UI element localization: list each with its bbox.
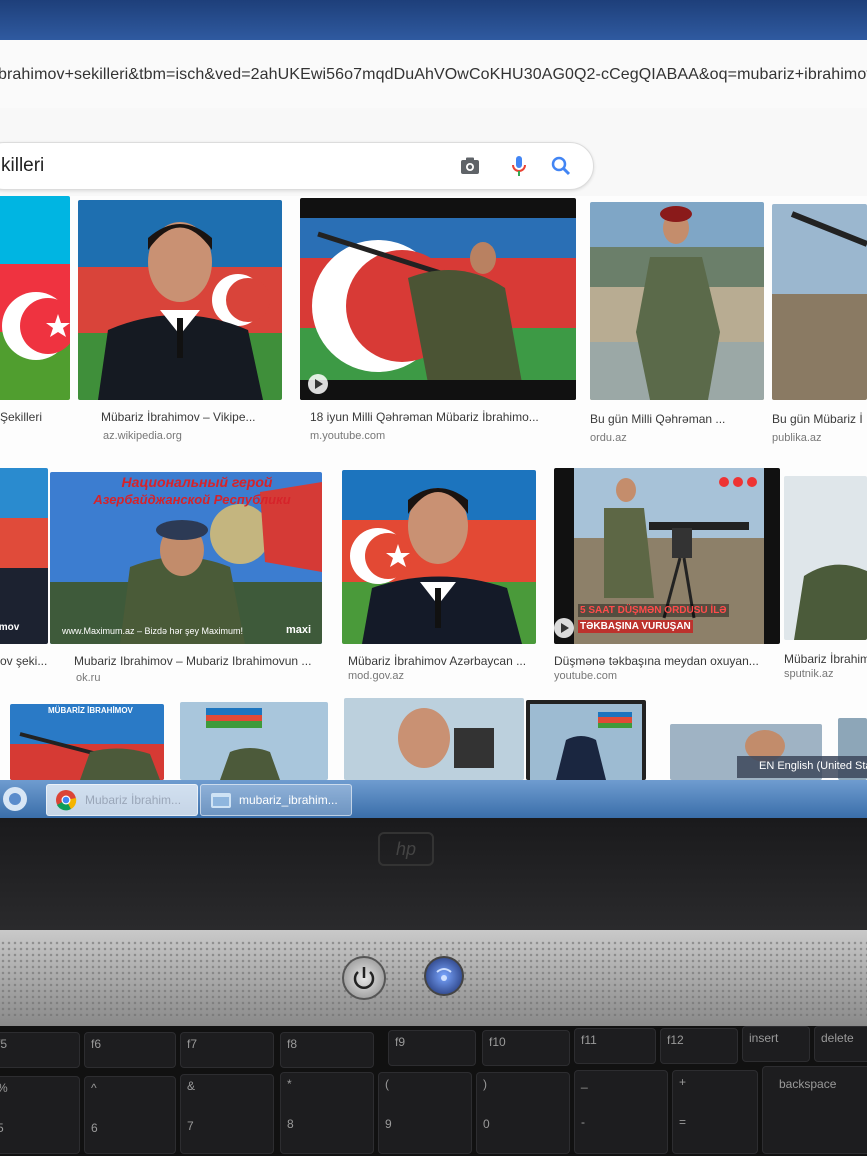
- url-text[interactable]: brahimov+sekilleri&tbm=isch&ved=2ahUKEwi…: [0, 66, 867, 84]
- chrome-icon: [56, 790, 77, 811]
- result-thumb-left-cut[interactable]: imov: [0, 468, 48, 644]
- wireless-icon: [436, 968, 452, 981]
- language-indicator[interactable]: EN English (United Sta: [737, 756, 867, 778]
- result-thumb-video-flag[interactable]: [300, 198, 576, 400]
- key-6[interactable]: ^ 6: [84, 1076, 176, 1154]
- result-caption[interactable]: 18 iyun Milli Qəhrəman Mübariz İbrahimo.…: [310, 410, 575, 424]
- folder-icon: [211, 793, 231, 808]
- camera-icon[interactable]: [457, 153, 483, 179]
- result-caption[interactable]: Şekilleri: [0, 410, 70, 424]
- result-thumb-portrait-2[interactable]: [342, 470, 536, 644]
- key-f8[interactable]: f8: [280, 1032, 374, 1068]
- image-results-grid: Şekilleri Mübariz İbrahimov – Vikipe... …: [0, 196, 867, 780]
- key-7[interactable]: & 7: [180, 1074, 274, 1154]
- video-overlay-line2: TƏKBAŞINA VURUŞAN: [578, 620, 693, 633]
- result-source[interactable]: ok.ru: [76, 672, 226, 684]
- key-f5[interactable]: f5: [0, 1032, 80, 1068]
- hp-logo-icon: hp: [378, 832, 434, 866]
- result-thumb-row3-3[interactable]: [344, 698, 524, 780]
- laptop-deck: [0, 930, 867, 1026]
- windows-taskbar: EN English (United Sta Mubariz İbrahim..…: [0, 756, 867, 818]
- result-source[interactable]: youtube.com: [554, 670, 704, 682]
- search-box[interactable]: killeri: [0, 142, 594, 190]
- power-button[interactable]: [342, 956, 386, 1000]
- result-source[interactable]: az.wikipedia.org: [103, 430, 283, 442]
- result-thumb-gun[interactable]: [772, 204, 867, 400]
- banner-subtitle: Азербайджанской Республики: [93, 492, 291, 507]
- taskbar-item-chrome[interactable]: Mubariz İbrahim...: [46, 784, 198, 816]
- result-caption[interactable]: Mübariz İbrahimov – Vikipe...: [101, 410, 281, 424]
- result-thumb-row3-4[interactable]: [526, 700, 646, 780]
- key-5[interactable]: %5: [0, 1076, 80, 1154]
- key-f7[interactable]: f7: [180, 1032, 274, 1068]
- result-caption[interactable]: Bu gün Mübariz İ: [772, 412, 867, 426]
- key-8[interactable]: * 8: [280, 1072, 374, 1154]
- address-bar[interactable]: brahimov+sekilleri&tbm=isch&ved=2ahUKEwi…: [0, 40, 867, 109]
- laptop-bezel: hp: [0, 818, 867, 930]
- result-source[interactable]: mod.gov.az: [348, 670, 498, 682]
- key-f11[interactable]: f11: [574, 1028, 656, 1064]
- power-icon: [353, 967, 375, 989]
- result-caption[interactable]: Bu gün Milli Qəhrəman ...: [590, 412, 760, 426]
- search-icon[interactable]: [548, 153, 574, 179]
- thumb-label: imov: [0, 622, 20, 633]
- result-thumb-row3-2[interactable]: [180, 702, 328, 780]
- result-caption[interactable]: Düşmənə təkbaşına meydan oxuyan...: [554, 654, 780, 668]
- result-thumb-banner[interactable]: Национальный герой Азербайджанской Респу…: [50, 472, 322, 644]
- wireless-button[interactable]: [424, 956, 464, 996]
- video-overlay-line1: 5 SAAT DÜŞMƏN ORDUSU İLƏ: [578, 604, 729, 617]
- key-insert[interactable]: insert: [742, 1026, 810, 1062]
- result-caption[interactable]: ov şeki...: [0, 654, 50, 668]
- search-query[interactable]: killeri: [1, 155, 44, 177]
- search-header: killeri: [0, 108, 867, 197]
- result-caption[interactable]: Mubariz Ibrahimov – Mubariz Ibrahimovun …: [74, 654, 322, 668]
- key-backspace[interactable]: backspace: [762, 1066, 867, 1154]
- taskbar-item-folder[interactable]: mubariz_ibrahim...: [200, 784, 352, 816]
- result-source[interactable]: sputnik.az: [784, 668, 867, 680]
- result-thumb-video-gun[interactable]: 5 SAAT DÜŞMƏN ORDUSU İLƏ TƏKBAŞINA VURUŞ…: [554, 468, 780, 644]
- thumb-logo: maxi: [286, 624, 312, 636]
- result-thumb-portrait[interactable]: [78, 200, 282, 400]
- thumb-watermark: www.Maximum.az – Bizdə hər şey Maximum!: [62, 626, 244, 636]
- result-thumb-row3-1[interactable]: MÜBARİZ İBRAHİMOV: [10, 704, 164, 780]
- key-f9[interactable]: f9: [388, 1030, 476, 1066]
- window-top-band: [0, 0, 867, 40]
- monitor-screen: brahimov+sekilleri&tbm=isch&ved=2ahUKEwi…: [0, 0, 867, 818]
- microphone-icon[interactable]: [506, 153, 532, 179]
- result-source[interactable]: m.youtube.com: [310, 430, 490, 442]
- key-0[interactable]: ) 0: [476, 1072, 570, 1154]
- key-f10[interactable]: f10: [482, 1030, 570, 1066]
- result-source[interactable]: publika.az: [772, 432, 867, 444]
- result-thumb-soldier-2[interactable]: [784, 476, 867, 640]
- result-caption[interactable]: Mübariz İbrahimov Azərbaycan ...: [348, 654, 534, 668]
- start-icon[interactable]: [2, 786, 28, 812]
- keyboard: f5 f6 f7 f8 f9 f10 f11 f12 insert delete…: [0, 1026, 867, 1156]
- key-equals[interactable]: + =: [672, 1070, 758, 1154]
- key-9[interactable]: (9: [378, 1072, 472, 1154]
- result-thumb-soldier[interactable]: [590, 202, 764, 400]
- key-minus[interactable]: _ -: [574, 1070, 668, 1154]
- key-f12[interactable]: f12: [660, 1028, 738, 1064]
- banner-title: Национальный герой: [121, 474, 273, 490]
- thumb-banner: MÜBARİZ İBRAHİMOV: [48, 706, 133, 715]
- result-thumb-flag[interactable]: [0, 196, 70, 400]
- result-caption[interactable]: Mübariz İbrahim: [784, 652, 867, 666]
- key-delete[interactable]: delete: [814, 1026, 867, 1062]
- key-f6[interactable]: f6: [84, 1032, 176, 1068]
- result-source[interactable]: ordu.az: [590, 432, 760, 444]
